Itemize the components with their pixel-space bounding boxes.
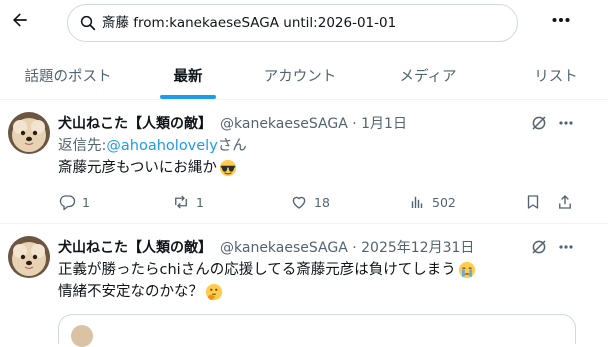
bookmark-button[interactable] — [524, 192, 542, 212]
avatar[interactable] — [8, 236, 50, 278]
repost-icon — [175, 195, 187, 209]
share-button[interactable] — [556, 192, 574, 212]
author-name[interactable]: 犬山ねこた【人類の敵】 — [58, 113, 212, 133]
grok-icon — [532, 240, 546, 254]
like-count: 18 — [314, 194, 330, 210]
share-icon — [559, 195, 571, 209]
reply-button[interactable]: 1 — [58, 192, 90, 212]
grok-button[interactable] — [528, 112, 550, 134]
dog-avatar-image — [8, 236, 50, 278]
post-text: 斎藤元彦もついにお縄か — [58, 158, 237, 178]
author-name[interactable]: 犬山ねこた【人類の敵】 — [58, 237, 212, 257]
search-tabs: 話題のポスト 最新 アカウント メディア リスト — [0, 52, 608, 100]
quoted-post-card[interactable] — [58, 314, 576, 347]
post-header: 犬山ねこた【人類の敵】 @kanekaeseSAGA · 1月1日 — [58, 113, 407, 133]
author-handle-date[interactable]: @kanekaeseSAGA · 2025年12月31日 — [220, 237, 474, 257]
views-button[interactable]: 502 — [408, 192, 456, 212]
repost-count: 1 — [196, 194, 204, 210]
post-header: 犬山ねこた【人類の敵】 @kanekaeseSAGA · 2025年12月31日 — [58, 237, 474, 257]
avatar — [71, 325, 93, 347]
grok-icon — [532, 116, 546, 130]
more-dots-icon — [559, 245, 573, 249]
back-button[interactable] — [8, 8, 32, 32]
repost-button[interactable]: 1 — [172, 192, 204, 212]
tab-people[interactable]: アカウント — [240, 52, 360, 99]
search-input[interactable]: 斎藤 from:kanekaeseSAGA until:2026-01-01 — [67, 4, 518, 42]
post-more-button[interactable] — [556, 112, 576, 134]
back-arrow-icon — [13, 13, 27, 27]
like-button[interactable]: 18 — [290, 192, 330, 212]
post[interactable]: 犬山ねこた【人類の敵】 @kanekaeseSAGA · 2025年12月31日… — [0, 224, 608, 347]
view-count: 502 — [432, 194, 456, 210]
tab-lists[interactable]: リスト — [496, 52, 608, 99]
more-options-button[interactable] — [546, 8, 576, 32]
search-icon — [80, 15, 96, 31]
heart-icon — [292, 196, 306, 209]
active-tab-indicator — [160, 95, 216, 99]
post-text-line: 情緒不安定なのかな？ — [58, 282, 223, 302]
author-handle-date[interactable]: @kanekaeseSAGA · 1月1日 — [220, 113, 407, 133]
post[interactable]: 犬山ねこた【人類の敵】 @kanekaeseSAGA · 1月1日 返信先: @… — [0, 100, 608, 224]
post-actions: 1 1 18 502 — [50, 192, 590, 212]
post-more-button[interactable] — [556, 236, 576, 258]
more-dots-icon — [552, 18, 570, 22]
grok-button[interactable] — [528, 236, 550, 258]
reply-icon — [59, 195, 76, 211]
tab-top[interactable]: 話題のポスト — [0, 52, 136, 99]
sunglasses-emoji-icon — [219, 159, 237, 177]
dog-avatar-image — [8, 112, 50, 154]
avatar[interactable] — [8, 112, 50, 154]
more-dots-icon — [559, 121, 573, 125]
post-text-line: 正義が勝ったらchiさんの応援してる斎藤元彦は負けてしまう — [58, 260, 476, 280]
top-bar: 斎藤 from:kanekaeseSAGA until:2026-01-01 — [0, 0, 608, 48]
crying-emoji-icon — [458, 261, 475, 279]
tab-latest[interactable]: 最新 — [136, 52, 240, 99]
views-bar-chart-icon — [411, 196, 423, 208]
tab-media[interactable]: メディア — [360, 52, 496, 99]
reply-count: 1 — [82, 194, 90, 210]
search-query: 斎藤 from:kanekaeseSAGA until:2026-01-01 — [102, 15, 397, 31]
bookmark-icon — [527, 195, 539, 209]
thinking-emoji-icon — [205, 283, 223, 301]
reply-context: 返信先: @ahoaholovely さん — [58, 136, 247, 156]
reply-to-link[interactable]: @ahoaholovely — [106, 136, 217, 156]
